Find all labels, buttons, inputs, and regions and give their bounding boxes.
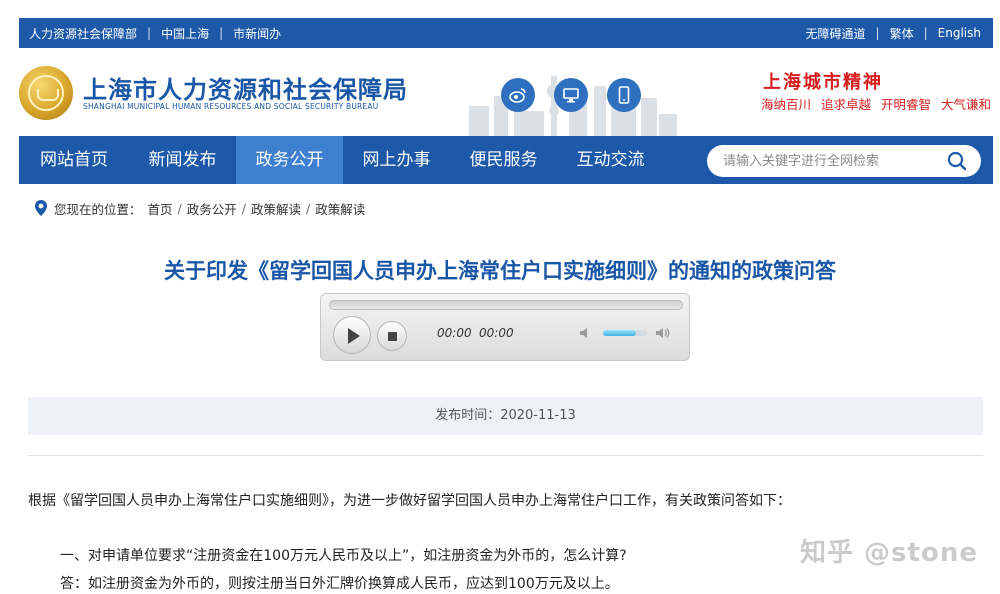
audio-player: 00:00 00:00 bbox=[320, 293, 690, 361]
link-news-office[interactable]: 市新闻办 bbox=[233, 25, 281, 42]
answer-1: 答：如注册资金为外币的，则按注册当日外汇牌价换算成人民币，应达到100万元及以上… bbox=[60, 576, 619, 592]
search-box bbox=[707, 145, 981, 177]
motto-item: 开明睿智 bbox=[880, 97, 931, 112]
article-title: 关于印发《留学回国人员申办上海常住户口实施细则》的通知的政策问答 bbox=[164, 259, 836, 283]
weibo-icon[interactable] bbox=[501, 78, 535, 112]
desktop-icon[interactable] bbox=[554, 78, 588, 112]
site-header: 上海市人力资源和社会保障局 SHANGHAI MUNICIPAL HUMAN R… bbox=[19, 48, 993, 136]
city-spirit-title: 上海城市精神 bbox=[763, 72, 883, 93]
breadcrumb: 您现在的位置： 首页 / 政务公开 / 政策解读 / 政策解读 bbox=[34, 198, 365, 218]
volume-level bbox=[603, 330, 636, 336]
motto-item: 海纳百川 bbox=[760, 97, 811, 112]
breadcrumb-policy-interpretation[interactable]: 政策解读 bbox=[251, 199, 301, 218]
nav-item-gov-affairs[interactable]: 政务公开 bbox=[236, 136, 343, 184]
link-accessibility[interactable]: 无障碍通道 bbox=[806, 25, 866, 42]
motto-item: 大气谦和 bbox=[940, 97, 991, 112]
city-spirit-motto: 海纳百川 追求卓越 开明睿智 大气谦和 bbox=[755, 94, 991, 113]
separator: | bbox=[875, 26, 880, 40]
site-name[interactable]: 上海市人力资源和社会保障局 bbox=[83, 70, 408, 105]
mobile-icon[interactable] bbox=[607, 78, 641, 112]
search-input[interactable] bbox=[723, 151, 933, 171]
bureau-emblem-icon[interactable] bbox=[19, 66, 73, 120]
play-button[interactable] bbox=[333, 316, 371, 354]
top-bar-left-links: 人力资源社会保障部 | 中国上海 | 市新闻办 bbox=[29, 18, 281, 48]
duration-time: 00:00 bbox=[479, 326, 514, 340]
publish-date: 发布时间：2020-11-13 bbox=[28, 397, 983, 435]
nav-item-convenience[interactable]: 便民服务 bbox=[450, 136, 557, 184]
main-nav: 网站首页 新闻发布 政务公开 网上办事 便民服务 互动交流 bbox=[19, 136, 993, 184]
separator: | bbox=[219, 26, 224, 40]
link-mohrss[interactable]: 人力资源社会保障部 bbox=[29, 25, 137, 42]
site-name-english: SHANGHAI MUNICIPAL HUMAN RESOURCES AND S… bbox=[83, 102, 379, 111]
volume-max-icon[interactable] bbox=[655, 326, 671, 340]
breadcrumb-separator: / bbox=[241, 200, 246, 216]
link-traditional-chinese[interactable]: 繁体 bbox=[890, 25, 914, 42]
nav-item-interaction[interactable]: 互动交流 bbox=[557, 136, 664, 184]
motto-item: 追求卓越 bbox=[820, 97, 871, 112]
breadcrumb-home[interactable]: 首页 bbox=[148, 199, 173, 218]
breadcrumb-policy-interpretation-current[interactable]: 政策解读 bbox=[315, 199, 365, 218]
search-icon[interactable] bbox=[947, 151, 967, 171]
volume-mute-icon[interactable] bbox=[579, 326, 595, 340]
separator: | bbox=[923, 26, 928, 40]
top-bar: 人力资源社会保障部 | 中国上海 | 市新闻办 无障碍通道 | 繁体 | Eng… bbox=[19, 18, 993, 48]
breadcrumb-separator: / bbox=[306, 200, 311, 216]
top-bar-right-links: 无障碍通道 | 繁体 | English bbox=[806, 18, 981, 48]
link-china-shanghai[interactable]: 中国上海 bbox=[161, 25, 209, 42]
breadcrumb-separator: / bbox=[177, 200, 182, 216]
volume-slider[interactable] bbox=[603, 330, 647, 336]
separator: | bbox=[147, 26, 152, 40]
nav-item-news[interactable]: 新闻发布 bbox=[129, 136, 236, 184]
watermark: 知乎 @stone bbox=[800, 538, 978, 568]
nav-item-online-services[interactable]: 网上办事 bbox=[343, 136, 450, 184]
divider bbox=[28, 455, 983, 456]
stop-button[interactable] bbox=[377, 321, 407, 351]
breadcrumb-gov-affairs[interactable]: 政务公开 bbox=[187, 199, 237, 218]
audio-progress-track[interactable] bbox=[329, 300, 683, 310]
current-time: 00:00 bbox=[437, 326, 472, 340]
nav-item-home[interactable]: 网站首页 bbox=[19, 136, 129, 184]
breadcrumb-label: 您现在的位置： bbox=[54, 201, 142, 217]
question-1: 一、对申请单位要求“注册资金在100万元人民币及以上”，如注册资金为外币的，怎么… bbox=[60, 548, 627, 564]
article-intro: 根据《留学回国人员申办上海常住户口实施细则》，为进一步做好留学回国人员申办上海常… bbox=[28, 493, 791, 509]
link-english[interactable]: English bbox=[938, 26, 981, 40]
location-pin-icon bbox=[35, 200, 47, 216]
